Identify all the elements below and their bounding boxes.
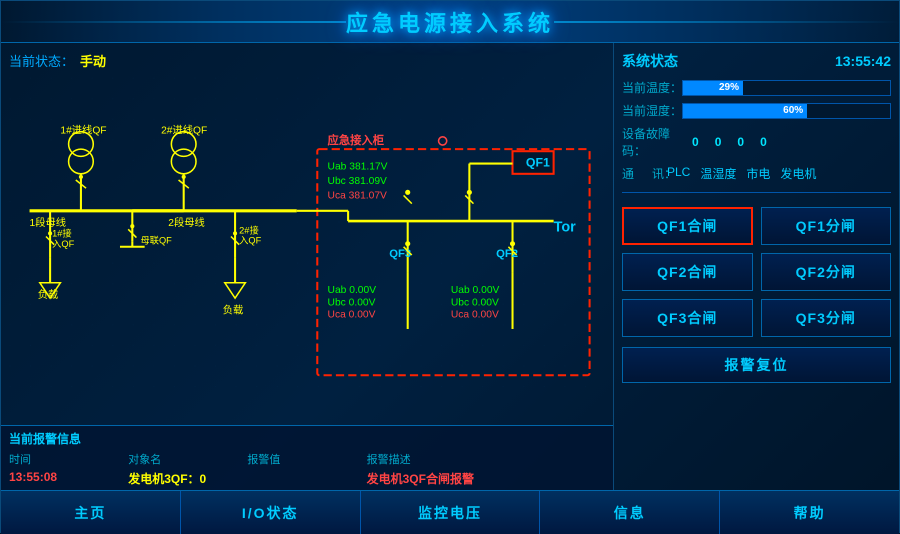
svg-text:1#接: 1#接 <box>52 228 72 239</box>
qf3-open-button[interactable]: QF3分闸 <box>761 299 892 337</box>
qf2-open-button[interactable]: QF2分闸 <box>761 253 892 291</box>
humidity-bar: 60% <box>682 103 891 119</box>
alert-col-desc: 报警描述 <box>367 451 605 467</box>
svg-text:1#进线QF: 1#进线QF <box>60 124 106 137</box>
svg-text:QF3: QF3 <box>389 248 411 260</box>
nav-home-button[interactable]: 主页 <box>1 491 181 534</box>
status-value: 手动 <box>80 51 106 70</box>
svg-text:Uab 0.00V: Uab 0.00V <box>451 285 500 296</box>
svg-text:2段母线: 2段母线 <box>168 216 205 229</box>
svg-text:Ubc 0.00V: Ubc 0.00V <box>328 297 376 308</box>
alert-col-time: 时间 <box>9 451 128 467</box>
fault-label: 设备故障码： <box>622 125 692 159</box>
comm-item-mains: 市电 <box>746 165 770 182</box>
svg-text:母联QF: 母联QF <box>141 236 173 246</box>
comm-item-plc: PLC <box>667 165 690 182</box>
fault-val-3: 0 <box>737 135 744 149</box>
control-buttons: QF1合闸 QF1分闸 QF2合闸 QF2分闸 QF3合闸 QF3分闸 <box>622 207 891 337</box>
svg-text:2#进线QF: 2#进线QF <box>161 124 207 137</box>
alert-time: 13:55:08 <box>9 470 128 487</box>
bottom-nav: 主页 I/O状态 监控电压 信息 帮助 <box>1 490 899 534</box>
qf3-close-button[interactable]: QF3合闸 <box>622 299 753 337</box>
qf1-close-button[interactable]: QF1合闸 <box>622 207 753 245</box>
svg-text:Uab 0.00V: Uab 0.00V <box>328 285 377 296</box>
svg-text:2#接: 2#接 <box>239 224 259 235</box>
system-time: 13:55:42 <box>835 53 891 69</box>
humidity-bar-fill: 60% <box>683 104 807 118</box>
header-right-decoration <box>554 21 899 23</box>
comm-item-generator: 发电机 <box>780 165 816 182</box>
qf2-close-button[interactable]: QF2合闸 <box>622 253 753 291</box>
svg-text:入QF: 入QF <box>239 236 261 246</box>
svg-text:Uca 0.00V: Uca 0.00V <box>451 310 499 321</box>
fault-val-4: 0 <box>760 135 767 149</box>
fault-val-1: 0 <box>692 135 699 149</box>
nav-io-status-button[interactable]: I/O状态 <box>181 491 361 534</box>
comm-item-humidity-sensor: 温湿度 <box>700 165 736 182</box>
fault-code-row: 设备故障码： 0 0 0 0 <box>622 125 891 159</box>
nav-info-button[interactable]: 信息 <box>540 491 720 534</box>
svg-text:Uab 381.17V: Uab 381.17V <box>328 162 388 173</box>
status-bar: 当前状态： 手动 <box>9 51 605 70</box>
communication-row: 通 讯： PLC 温湿度 市电 发电机 <box>622 165 891 182</box>
alert-col-val: 报警值 <box>247 451 366 467</box>
nav-help-button[interactable]: 帮助 <box>720 491 899 534</box>
temperature-label: 当前温度： <box>622 79 682 96</box>
content-area: 当前状态： 手动 1 <box>1 43 899 490</box>
alert-section: 当前报警信息 时间 对象名 报警值 报警描述 13:55:08 发电机3QF：0… <box>1 425 613 490</box>
alert-col-obj: 对象名 <box>128 451 247 467</box>
svg-text:QF1: QF1 <box>526 156 550 170</box>
sys-status-header: 系统状态 13:55:42 <box>622 51 891 71</box>
temperature-value: 29% <box>719 82 739 93</box>
alert-object: 发电机3QF：0 <box>128 470 247 487</box>
alert-reset-button[interactable]: 报警复位 <box>622 347 891 383</box>
svg-text:Uca 0.00V: Uca 0.00V <box>328 310 376 321</box>
status-label: 当前状态： <box>9 51 74 70</box>
diagram-svg: 1#进线QF 1段母线 1#接 <box>9 76 605 397</box>
fault-val-2: 0 <box>715 135 722 149</box>
comm-items: PLC 温湿度 市电 发电机 <box>667 165 816 182</box>
humidity-value: 60% <box>783 105 803 116</box>
svg-text:入QF: 入QF <box>52 239 74 249</box>
svg-text:Tor: Tor <box>554 219 576 235</box>
svg-text:负载: 负载 <box>223 304 244 317</box>
svg-text:Ubc 0.00V: Ubc 0.00V <box>451 297 499 308</box>
temperature-bar: 29% <box>682 80 891 96</box>
alert-value <box>247 470 366 487</box>
svg-text:Uca 381.07V: Uca 381.07V <box>328 190 388 201</box>
nav-monitor-voltage-button[interactable]: 监控电压 <box>361 491 541 534</box>
temperature-row: 当前温度： 29% <box>622 79 891 96</box>
header-left-decoration <box>1 21 346 23</box>
header: 应急电源接入系统 <box>1 1 899 43</box>
alert-data-row: 13:55:08 发电机3QF：0 发电机3QF合闸报警 <box>9 470 605 487</box>
svg-text:1段母线: 1段母线 <box>30 216 67 229</box>
comm-label1: 通 <box>622 165 652 182</box>
temperature-bar-fill: 29% <box>683 81 743 95</box>
main-container: 应急电源接入系统 当前状态： 手动 <box>0 0 900 533</box>
fault-values: 0 0 0 0 <box>692 135 767 149</box>
divider <box>622 192 891 193</box>
alert-section-title: 当前报警信息 <box>9 430 605 447</box>
diagram-area: 当前状态： 手动 1 <box>1 43 614 490</box>
comm-label2: 讯： <box>652 165 667 182</box>
alert-description: 发电机3QF合闸报警 <box>367 470 605 487</box>
sys-status-title: 系统状态 <box>622 51 678 71</box>
svg-text:应急接入柜: 应急接入柜 <box>328 133 385 147</box>
humidity-row: 当前湿度： 60% <box>622 102 891 119</box>
qf1-open-button[interactable]: QF1分闸 <box>761 207 892 245</box>
svg-text:Ubc 381.09V: Ubc 381.09V <box>328 176 388 187</box>
alert-header-row: 时间 对象名 报警值 报警描述 <box>9 451 605 467</box>
right-panel: 系统状态 13:55:42 当前温度： 29% 当前湿度： 60% <box>614 43 899 490</box>
humidity-label: 当前湿度： <box>622 102 682 119</box>
page-title: 应急电源接入系统 <box>346 6 554 38</box>
